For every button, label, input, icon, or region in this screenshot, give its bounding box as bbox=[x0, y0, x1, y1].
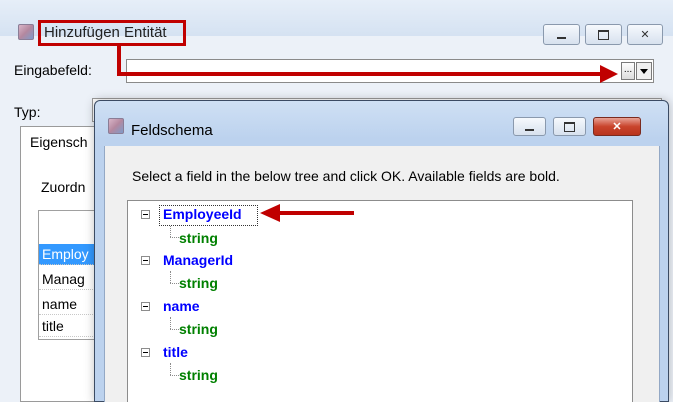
tree-child-type[interactable]: string bbox=[179, 275, 218, 291]
mapping-label: Zuordn bbox=[41, 179, 86, 195]
callout-line bbox=[278, 211, 354, 215]
maximize-icon bbox=[564, 121, 575, 132]
collapse-icon[interactable] bbox=[141, 256, 150, 265]
tree-line bbox=[170, 226, 171, 237]
grid-row[interactable]: Employ bbox=[39, 244, 99, 265]
close-button[interactable]: ✕ bbox=[627, 24, 663, 45]
tree-child-type[interactable]: string bbox=[179, 230, 218, 246]
minimize-button[interactable] bbox=[543, 24, 580, 45]
minimize-icon bbox=[557, 34, 566, 39]
dialog-title: Feldschema bbox=[131, 122, 213, 139]
app-icon bbox=[18, 24, 34, 40]
tree-line bbox=[170, 375, 179, 376]
collapse-icon[interactable] bbox=[141, 348, 150, 357]
tree-node-employeeid[interactable]: EmployeeId bbox=[163, 206, 242, 222]
tree-line bbox=[170, 363, 171, 375]
tree-line bbox=[170, 283, 179, 284]
eingabefeld-label: Eingabefeld: bbox=[14, 62, 92, 78]
maximize-button[interactable] bbox=[585, 24, 622, 45]
tree-child-type[interactable]: string bbox=[179, 321, 218, 337]
dialog-app-icon bbox=[108, 118, 124, 134]
callout-arrow-right-icon bbox=[600, 65, 618, 83]
collapse-icon[interactable] bbox=[141, 302, 150, 311]
dialog-minimize-button[interactable] bbox=[513, 117, 546, 136]
collapse-icon[interactable] bbox=[141, 210, 150, 219]
instruction-text: Select a field in the below tree and cli… bbox=[132, 168, 560, 184]
tree-child-type[interactable]: string bbox=[179, 367, 218, 383]
typ-label: Typ: bbox=[14, 104, 41, 120]
tree-node-name[interactable]: name bbox=[163, 298, 200, 314]
close-icon: ✕ bbox=[640, 29, 650, 41]
tree-line bbox=[170, 329, 179, 330]
dialog-maximize-button[interactable] bbox=[553, 117, 586, 136]
callout-line-horizontal bbox=[117, 72, 602, 76]
window-title: Hinzufügen Entität bbox=[44, 24, 167, 41]
grid-row[interactable]: name bbox=[39, 294, 99, 315]
grid-row[interactable]: title bbox=[39, 316, 99, 337]
close-icon: ✕ bbox=[612, 121, 622, 133]
tab-properties[interactable]: Eigensch bbox=[30, 134, 88, 150]
tree-line bbox=[170, 317, 171, 329]
maximize-icon bbox=[598, 29, 609, 40]
grid-row[interactable]: Manag bbox=[39, 269, 99, 290]
dialog-close-button[interactable]: ✕ bbox=[593, 117, 641, 136]
tree-node-managerid[interactable]: ManagerId bbox=[163, 252, 233, 268]
tree-line bbox=[170, 237, 179, 238]
callout-arrow-left-icon bbox=[260, 204, 280, 222]
minimize-icon bbox=[525, 126, 534, 131]
eingabefeld-input[interactable] bbox=[126, 59, 654, 83]
browse-button[interactable]: ... bbox=[621, 62, 635, 80]
tree-node-title[interactable]: title bbox=[163, 344, 188, 360]
dropdown-button[interactable] bbox=[636, 62, 652, 80]
tree-line bbox=[170, 271, 171, 283]
